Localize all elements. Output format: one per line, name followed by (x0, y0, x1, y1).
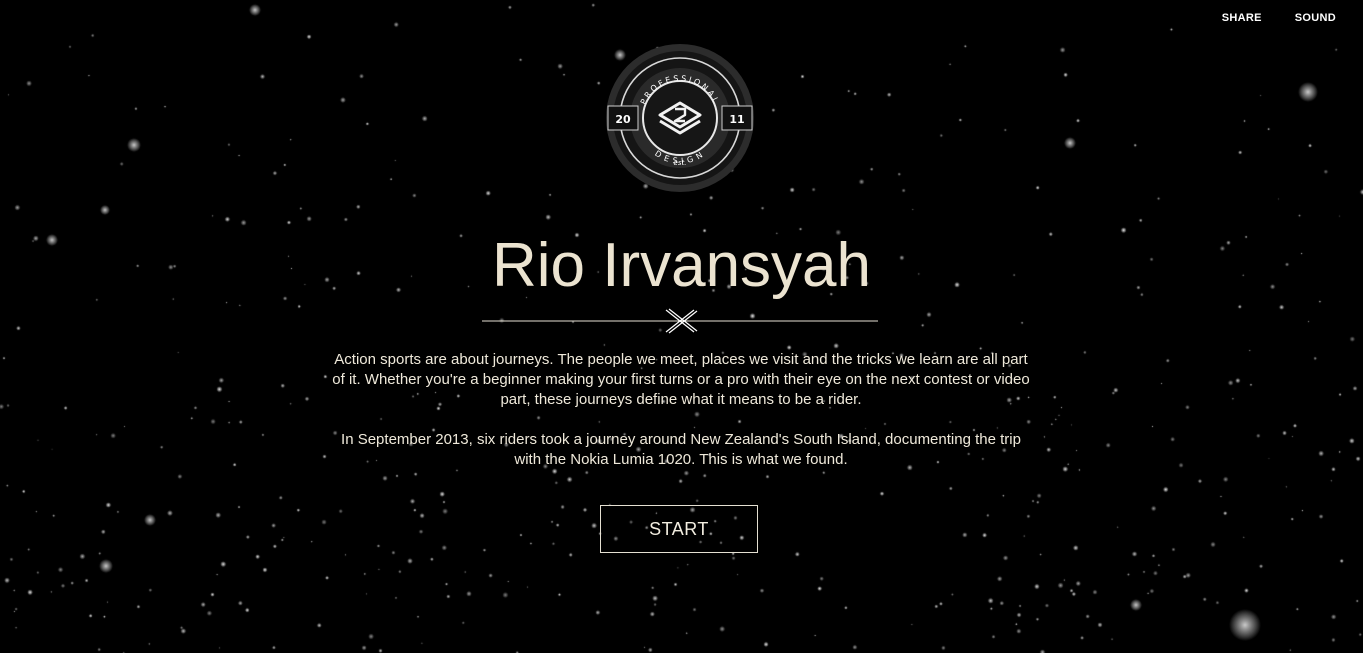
intro-paragraph-1: Action sports are about journeys. The pe… (332, 351, 1030, 408)
badge-year-right: 11 (729, 113, 744, 126)
sound-toggle[interactable]: SOUND (1295, 12, 1336, 24)
professional-design-badge-logo: 20 11 PROFESSIONAL DESIGN est. (605, 43, 755, 193)
crossed-lines-divider-icon (482, 308, 878, 334)
share-link[interactable]: SHARE (1222, 12, 1262, 24)
intro-text: Action sports are about journeys. The pe… (331, 350, 1031, 490)
badge-emblem: 20 11 PROFESSIONAL DESIGN est. (606, 44, 754, 192)
badge-est-text: est. (674, 159, 687, 167)
page-title: Rio Irvansyah (491, 231, 872, 300)
top-navigation: SHARE SOUND (1222, 12, 1336, 24)
intro-paragraph-2: In September 2013, six riders took a jou… (341, 431, 1021, 468)
badge-year-left: 20 (615, 113, 631, 126)
start-button[interactable]: START (600, 505, 758, 553)
